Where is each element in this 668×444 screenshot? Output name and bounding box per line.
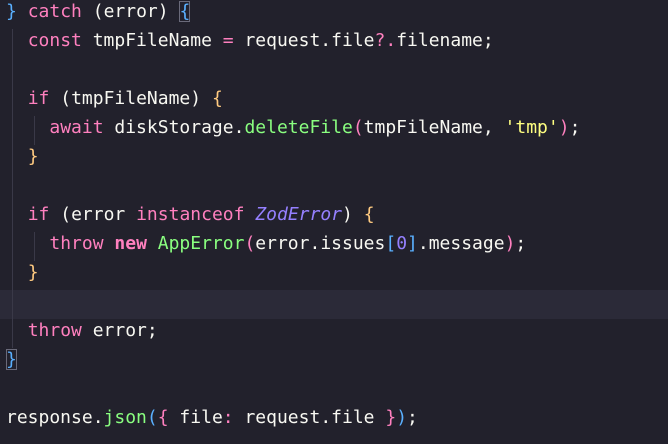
paren-close: ) bbox=[504, 233, 516, 254]
semicolon: ; bbox=[407, 407, 418, 428]
indent-guide bbox=[12, 203, 13, 232]
filename-prop: filename; bbox=[396, 30, 494, 51]
paren-close: ) bbox=[396, 407, 408, 428]
if-keyword: if bbox=[27, 204, 50, 225]
instanceof-keyword: instanceof bbox=[136, 204, 245, 225]
zod-error-type: ZodError bbox=[255, 204, 343, 225]
code-line[interactable]: } bbox=[0, 145, 668, 174]
opening-brace: { bbox=[363, 204, 375, 225]
code-line[interactable]: } catch (error) { bbox=[0, 0, 668, 29]
argument: tmpFileName, bbox=[363, 117, 505, 138]
code-line[interactable]: } bbox=[0, 348, 668, 377]
delete-file-function: deleteFile bbox=[244, 117, 353, 138]
new-keyword: new bbox=[114, 233, 147, 254]
code-line[interactable]: throw error; bbox=[0, 319, 668, 348]
code-line[interactable]: response.json({ file: request.file }); bbox=[0, 406, 668, 435]
indent-guide bbox=[12, 145, 13, 174]
response-object: response. bbox=[6, 407, 104, 428]
indent-guide bbox=[12, 116, 13, 145]
code-line[interactable] bbox=[0, 58, 668, 87]
code-line[interactable] bbox=[0, 377, 668, 406]
closing-brace: } bbox=[27, 146, 39, 167]
indent-guide bbox=[12, 319, 13, 348]
code-line[interactable]: if (tmpFileName) { bbox=[0, 87, 668, 116]
closing-brace: } bbox=[27, 262, 39, 283]
paren-close: ) bbox=[558, 117, 570, 138]
indent-guide bbox=[12, 87, 13, 116]
paren-close: ) bbox=[157, 1, 169, 22]
indent-guide bbox=[12, 232, 13, 261]
paren-open: ( bbox=[146, 407, 158, 428]
if-keyword: if bbox=[27, 88, 50, 109]
condition: tmpFileName bbox=[71, 88, 191, 109]
message-prop: .message bbox=[417, 233, 505, 254]
throw-value: error; bbox=[81, 320, 158, 341]
paren-open: ( bbox=[49, 88, 72, 109]
colon: : bbox=[222, 407, 234, 428]
paren-open: ( bbox=[81, 1, 104, 22]
paren-close: ) bbox=[190, 88, 202, 109]
paren-open: ( bbox=[352, 117, 364, 138]
disk-storage-object: diskStorage. bbox=[103, 117, 245, 138]
brace-open: { bbox=[157, 407, 169, 428]
indent-guide bbox=[12, 290, 13, 319]
object-key: file bbox=[168, 407, 223, 428]
code-line[interactable]: const tmpFileName = request.file?.filena… bbox=[0, 29, 668, 58]
throw-keyword: throw bbox=[49, 233, 104, 254]
error-issues: error.issues bbox=[255, 233, 386, 254]
indent-guide bbox=[34, 232, 35, 261]
indent-guide bbox=[12, 58, 13, 87]
json-function: json bbox=[103, 407, 147, 428]
object-value: request.file bbox=[233, 407, 386, 428]
await-keyword: await bbox=[49, 117, 104, 138]
app-error-class: AppError bbox=[157, 233, 245, 254]
assign-operator: = bbox=[222, 30, 234, 51]
indent-guide bbox=[12, 174, 13, 203]
code-line[interactable] bbox=[0, 174, 668, 203]
code-editor[interactable]: } catch (error) { const tmpFileName = re… bbox=[0, 0, 668, 444]
bracket-close: ] bbox=[407, 233, 418, 254]
current-line[interactable] bbox=[0, 290, 668, 319]
catch-keyword: catch bbox=[27, 1, 82, 22]
indent-guide bbox=[34, 116, 35, 145]
variable-name: tmpFileName bbox=[81, 30, 223, 51]
string-literal: 'tmp' bbox=[504, 117, 559, 138]
index-number: 0 bbox=[396, 233, 408, 254]
semicolon: ; bbox=[515, 233, 527, 254]
indent-guide bbox=[12, 29, 13, 58]
const-keyword: const bbox=[27, 30, 82, 51]
opening-brace: { bbox=[211, 88, 223, 109]
closing-brace: } bbox=[6, 1, 17, 22]
error-var: error bbox=[103, 1, 158, 22]
paren-close: ) bbox=[342, 204, 353, 225]
code-line[interactable]: throw new AppError(error.issues[0].messa… bbox=[0, 232, 668, 261]
code-line[interactable]: } bbox=[0, 261, 668, 290]
throw-keyword: throw bbox=[27, 320, 82, 341]
opening-brace-matched: { bbox=[179, 1, 191, 22]
bracket-open: [ bbox=[385, 233, 397, 254]
indent-guide bbox=[12, 261, 13, 290]
paren-open: ( bbox=[49, 204, 72, 225]
code-line[interactable]: if (error instanceof ZodError) { bbox=[0, 203, 668, 232]
semicolon: ; bbox=[569, 117, 581, 138]
error-var: error bbox=[71, 204, 137, 225]
closing-brace-matched: } bbox=[6, 349, 17, 370]
code-line[interactable]: await diskStorage.deleteFile(tmpFileName… bbox=[0, 116, 668, 145]
request-file: request.file bbox=[233, 30, 375, 51]
paren-open: ( bbox=[244, 233, 256, 254]
brace-close: } bbox=[385, 407, 397, 428]
optional-chain: ?. bbox=[374, 30, 397, 51]
